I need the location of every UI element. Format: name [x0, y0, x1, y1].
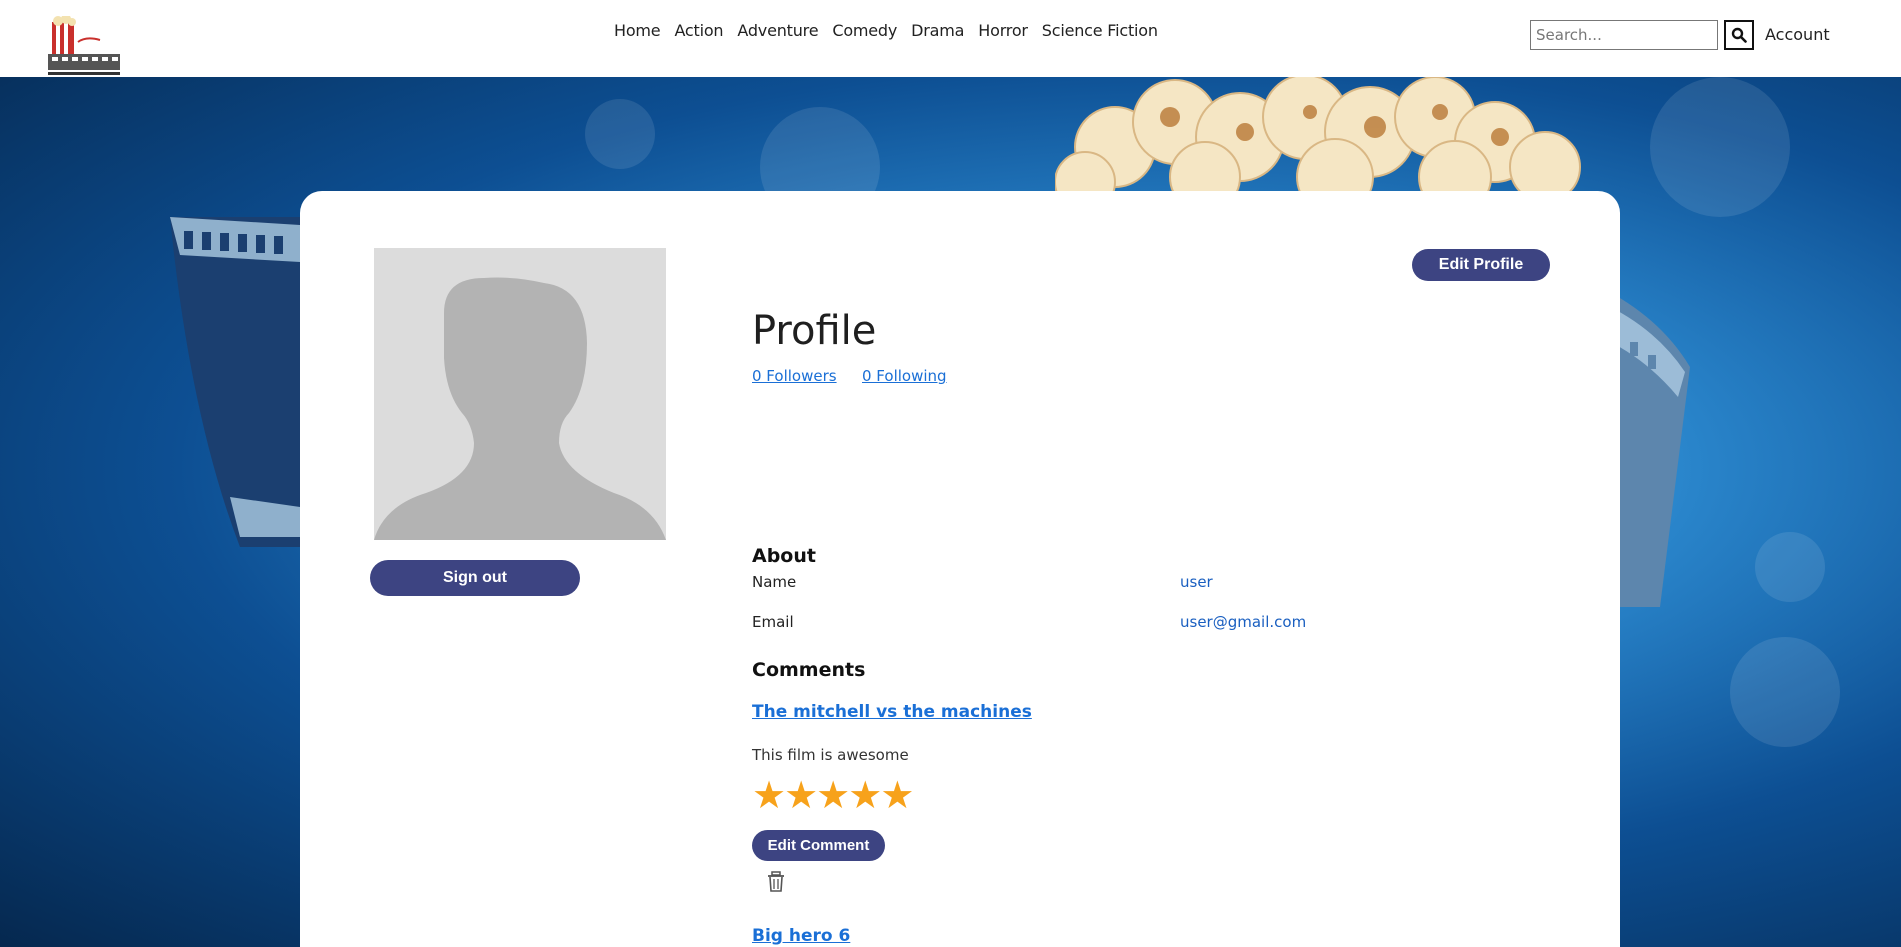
comment-text: This film is awesome [752, 746, 909, 764]
nav-adventure[interactable]: Adventure [737, 21, 818, 40]
default-avatar-silhouette [374, 277, 666, 540]
nav-drama[interactable]: Drama [911, 21, 964, 40]
nav-horror[interactable]: Horror [978, 21, 1028, 40]
account-link[interactable]: Account [1765, 25, 1830, 44]
name-label: Name [752, 573, 797, 591]
edit-profile-button[interactable]: Edit Profile [1412, 249, 1550, 281]
comment-movie-link[interactable]: The mitchell vs the machines [752, 702, 1032, 722]
nav-comedy[interactable]: Comedy [832, 21, 897, 40]
nav-action[interactable]: Action [674, 21, 723, 40]
email-value: user@gmail.com [1180, 613, 1307, 631]
site-logo[interactable] [48, 14, 122, 76]
popcorn-image [1055, 77, 1581, 192]
email-label: Email [752, 613, 794, 631]
search-input[interactable] [1530, 20, 1718, 50]
trash-icon[interactable] [766, 871, 786, 893]
star-icon: ★ [752, 775, 787, 817]
star-icon: ★ [848, 775, 883, 817]
sign-out-button[interactable]: Sign out [370, 560, 580, 596]
star-icon: ★ [816, 775, 851, 817]
page-title: Profile [752, 308, 877, 354]
name-value: user [1180, 573, 1213, 591]
about-heading: About [752, 545, 816, 567]
avatar [374, 248, 666, 540]
nav-home[interactable]: Home [614, 21, 661, 40]
search-icon [1731, 27, 1747, 43]
top-navbar: Home Action Adventure Comedy Drama Horro… [0, 0, 1901, 77]
profile-card: Sign out Edit Profile Profile 0 Follower… [300, 191, 1620, 947]
followers-link[interactable]: 0 Followers [752, 367, 837, 385]
main-nav: Home Action Adventure Comedy Drama Horro… [614, 21, 1172, 40]
following-link[interactable]: 0 Following [862, 367, 947, 385]
star-rating: ★ ★ ★ ★ ★ [752, 775, 915, 817]
search-button[interactable] [1724, 20, 1754, 50]
nav-science-fiction[interactable]: Science Fiction [1042, 21, 1158, 40]
comment-movie-link[interactable]: Big hero 6 [752, 926, 850, 946]
edit-comment-button[interactable]: Edit Comment [752, 830, 885, 861]
star-icon: ★ [784, 775, 819, 817]
star-icon: ★ [880, 775, 915, 817]
comments-heading: Comments [752, 659, 866, 681]
